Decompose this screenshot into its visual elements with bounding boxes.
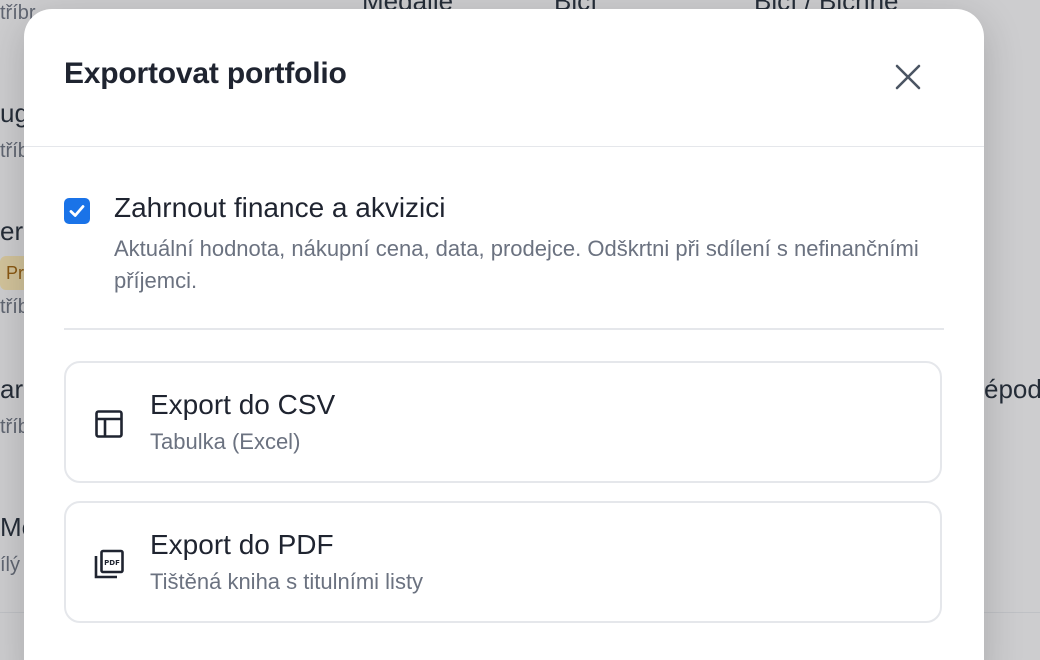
export-csv-button[interactable]: Export do CSV Tabulka (Excel): [64, 361, 942, 483]
close-button[interactable]: [888, 57, 928, 97]
dialog-body: Zahrnout finance a akvizici Aktuální hod…: [24, 147, 984, 330]
include-finance-option: Zahrnout finance a akvizici Aktuální hod…: [64, 147, 944, 330]
include-finance-label[interactable]: Zahrnout finance a akvizici: [114, 192, 446, 224]
dialog-title: Exportovat portfolio: [64, 57, 347, 90]
include-finance-description: Aktuální hodnota, nákupní cena, data, pr…: [114, 236, 919, 293]
table-icon: [92, 407, 126, 441]
export-csv-title: Export do CSV: [150, 389, 336, 420]
dialog-header: Exportovat portfolio: [24, 9, 984, 147]
export-portfolio-dialog: Exportovat portfolio Zahrnout finance a …: [24, 9, 984, 660]
export-csv-subtitle: Tabulka (Excel): [150, 429, 301, 454]
export-pdf-title: Export do PDF: [150, 529, 334, 560]
include-finance-checkbox[interactable]: [64, 198, 90, 224]
close-icon: [895, 64, 921, 90]
export-pdf-subtitle: Tištěná kniha s titulními listy: [150, 569, 424, 594]
checkmark-icon: [69, 205, 85, 217]
export-pdf-button[interactable]: PDF Export do PDF Tištěná kniha s tituln…: [64, 501, 942, 623]
svg-text:PDF: PDF: [104, 559, 120, 567]
pdf-icon: PDF: [92, 547, 126, 581]
